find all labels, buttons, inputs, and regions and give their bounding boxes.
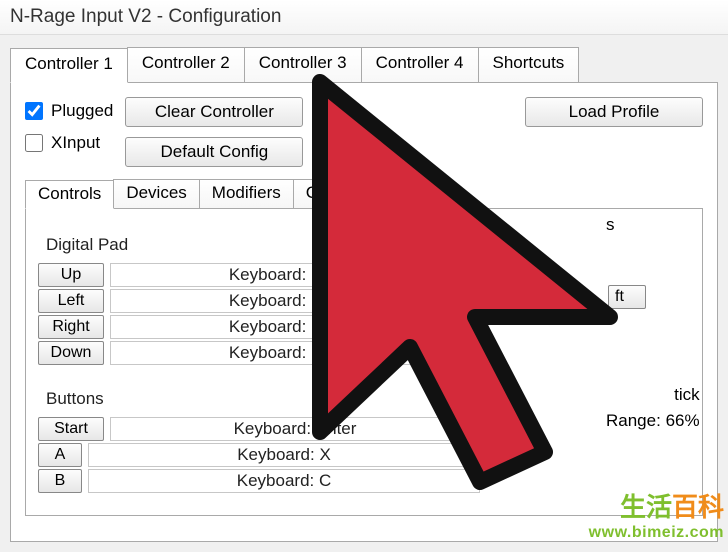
plugged-checkbox[interactable]: Plugged (25, 101, 113, 121)
subtab-modifiers[interactable]: Modifiers (199, 179, 294, 208)
default-config-button[interactable]: Default Config (125, 137, 303, 167)
range-row: Range: 66% (606, 411, 700, 431)
top-row: Plugged XInput Clear Controller Default … (25, 97, 703, 167)
tab-controller-4[interactable]: Controller 4 (361, 47, 479, 82)
range-label-text: Range: (606, 411, 661, 430)
right-ft-button[interactable]: ft (608, 285, 646, 309)
dpad-left-field[interactable]: Keyboard: Num 4 (110, 289, 480, 313)
clear-controller-button[interactable]: Clear Controller (125, 97, 303, 127)
dpad-up-field[interactable]: Keyboard: Num 8 (110, 263, 480, 287)
dpad-right-row: Right Keyboard: Num 6 (38, 315, 690, 339)
dpad-right-field[interactable]: Keyboard: Num 6 (110, 315, 480, 339)
tab-controller-1[interactable]: Controller 1 (10, 48, 128, 83)
digital-pad-group: Digital Pad Up Keyboard: Num 8 Left Keyb… (30, 227, 698, 373)
a-button[interactable]: A (38, 443, 82, 467)
subtab-controls[interactable]: Controls (25, 180, 114, 209)
dpad-up-button[interactable]: Up (38, 263, 104, 287)
dpad-down-button[interactable]: Down (38, 341, 104, 365)
dpad-left-button[interactable]: Left (38, 289, 104, 313)
start-field[interactable]: Keyboard: Enter (110, 417, 480, 441)
plugged-label: Plugged (51, 101, 113, 121)
tab-controller-2[interactable]: Controller 2 (127, 47, 245, 82)
buttons-group: Buttons Start Keyboard: Enter A Keyboard… (30, 381, 698, 501)
a-field[interactable]: Keyboard: X (88, 443, 480, 467)
b-button[interactable]: B (38, 469, 82, 493)
xinput-check-input[interactable] (25, 134, 43, 152)
start-button[interactable]: Start (38, 417, 104, 441)
subtab-devices[interactable]: Devices (113, 179, 199, 208)
range-value: 66% (666, 411, 700, 430)
watermark-url: www.bimeiz.com (589, 524, 724, 542)
dpad-right-button[interactable]: Right (38, 315, 104, 339)
digital-pad-title: Digital Pad (46, 235, 690, 255)
tab-controller-3[interactable]: Controller 3 (244, 47, 362, 82)
tab-shortcuts[interactable]: Shortcuts (478, 47, 580, 82)
xinput-checkbox[interactable]: XInput (25, 133, 113, 153)
check-column: Plugged XInput (25, 97, 113, 153)
config-panel: Controller 1 Controller 2 Controller 3 C… (0, 35, 728, 552)
buttons-group-title: Buttons (46, 389, 690, 409)
tab-panel: Plugged XInput Clear Controller Default … (10, 82, 718, 542)
subtab-strip: Controls Devices Modifiers Controller Pa… (25, 179, 703, 208)
subpanel-controls: Digital Pad Up Keyboard: Num 8 Left Keyb… (25, 208, 703, 516)
dpad-down-field[interactable]: Keyboard: Num 2 (110, 341, 480, 365)
watermark: 生活百科 www.bimeiz.com (589, 487, 724, 542)
right-top-title-partial: s (606, 215, 615, 235)
btn-start-row: Start Keyboard: Enter (38, 417, 690, 441)
window-title: N-Rage Input V2 - Configuration (0, 0, 728, 35)
watermark-cn: 生活百科 (589, 487, 724, 524)
xinput-label: XInput (51, 133, 100, 153)
right-top-group: s (606, 215, 615, 241)
right-row-partial: ft (606, 283, 648, 311)
load-profile-button[interactable]: Load Profile (525, 97, 703, 127)
btn-a-row: A Keyboard: X (38, 443, 690, 467)
dpad-left-row: Left Keyboard: Num 4 (38, 289, 690, 313)
b-field[interactable]: Keyboard: C (88, 469, 480, 493)
analog-stick-title-partial: tick (606, 385, 700, 405)
plugged-check-input[interactable] (25, 102, 43, 120)
analog-stick-group: tick Range: 66% (606, 385, 700, 431)
button-column-left: Clear Controller Default Config (125, 97, 303, 167)
subtab-controller-pak[interactable]: Controller Pak (293, 179, 427, 208)
dpad-down-row: Down Keyboard: Num 2 (38, 341, 690, 365)
tab-strip: Controller 1 Controller 2 Controller 3 C… (10, 47, 718, 82)
dpad-up-row: Up Keyboard: Num 8 (38, 263, 690, 287)
